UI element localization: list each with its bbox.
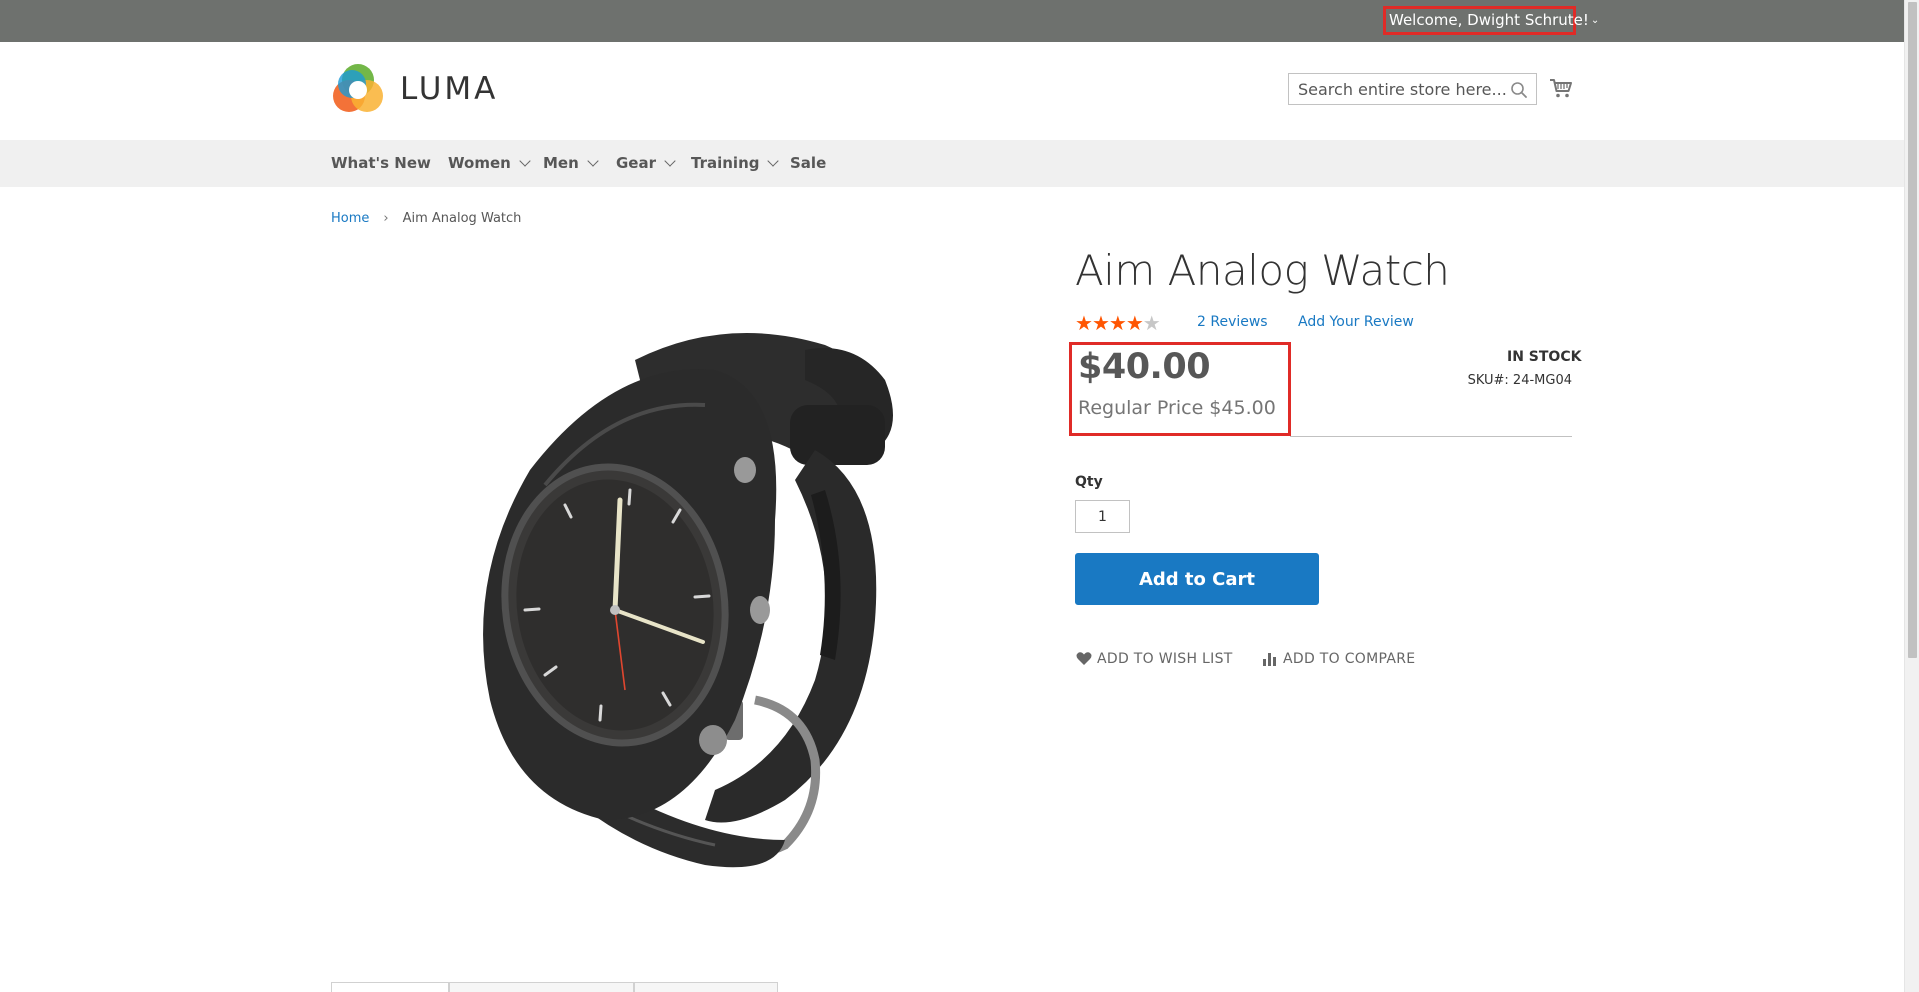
qty-label: Qty bbox=[1075, 474, 1103, 490]
scrollbar-thumb[interactable] bbox=[1908, 2, 1917, 658]
search-input[interactable] bbox=[1289, 74, 1529, 104]
rating-stars: ★★★★★ bbox=[1075, 311, 1161, 335]
final-price: $40.00 bbox=[1078, 347, 1211, 387]
price-box: $40.00 Regular Price $45.00 bbox=[1069, 342, 1291, 436]
chevron-down-icon bbox=[767, 155, 780, 167]
top-panel: Welcome, Dwight Schrute! ⌄ bbox=[0, 0, 1904, 42]
page-scrollbar[interactable] bbox=[1904, 0, 1919, 992]
stock-status: IN STOCK bbox=[1507, 349, 1582, 365]
product-sku: SKU#: 24-MG04 bbox=[1467, 373, 1572, 388]
nav-item-whats-new[interactable]: What's New bbox=[331, 154, 431, 172]
customer-welcome-menu[interactable]: Welcome, Dwight Schrute! ⌄ bbox=[1383, 6, 1599, 35]
nav-item-men[interactable]: Men bbox=[543, 154, 599, 172]
divider bbox=[1290, 436, 1572, 437]
add-review-link[interactable]: Add Your Review bbox=[1298, 314, 1414, 330]
bar-chart-icon bbox=[1263, 653, 1276, 666]
compare-label: Add to Compare bbox=[1283, 651, 1416, 667]
add-to-compare-link[interactable]: Add to Compare bbox=[1262, 651, 1415, 667]
breadcrumb-current: Aim Analog Watch bbox=[402, 211, 522, 226]
breadcrumb: Home › Aim Analog Watch bbox=[331, 211, 521, 226]
wishlist-label: Add to Wish List bbox=[1097, 651, 1233, 667]
star-icon: ★ bbox=[1091, 311, 1110, 335]
tab-details[interactable] bbox=[331, 982, 449, 992]
add-to-wishlist-link[interactable]: Add to Wish List bbox=[1076, 651, 1233, 667]
regular-price: Regular Price $45.00 bbox=[1078, 397, 1276, 419]
logo-text: LUMA bbox=[400, 71, 499, 107]
nav-item-women[interactable]: Women bbox=[448, 154, 531, 172]
luma-logo-icon bbox=[333, 64, 383, 112]
chevron-down-icon: ⌄ bbox=[1590, 15, 1600, 26]
heart-icon bbox=[1076, 652, 1092, 665]
reviews-link[interactable]: 2 Reviews bbox=[1197, 314, 1268, 330]
tab-reviews[interactable] bbox=[634, 982, 778, 992]
main-navigation: What's New Women Men Gear Training Sale bbox=[0, 140, 1904, 187]
chevron-down-icon bbox=[587, 155, 599, 167]
qty-input[interactable] bbox=[1075, 500, 1130, 533]
product-image[interactable] bbox=[455, 320, 915, 870]
add-to-cart-button[interactable]: Add to Cart bbox=[1075, 553, 1319, 605]
nav-item-gear[interactable]: Gear bbox=[616, 154, 676, 172]
nav-item-sale[interactable]: Sale bbox=[790, 154, 826, 172]
chevron-down-icon bbox=[519, 155, 531, 167]
tab-more-information[interactable] bbox=[449, 982, 634, 992]
breadcrumb-separator: › bbox=[383, 211, 389, 226]
star-icon: ★ bbox=[1075, 311, 1093, 335]
star-icon: ★ bbox=[1108, 311, 1127, 335]
chevron-down-icon bbox=[664, 155, 676, 167]
luma-logo[interactable]: LUMA bbox=[331, 62, 501, 116]
product-title: Aim Analog Watch bbox=[1075, 246, 1450, 295]
search-box[interactable] bbox=[1288, 73, 1537, 105]
cart-icon[interactable] bbox=[1549, 76, 1573, 100]
nav-item-training[interactable]: Training bbox=[691, 154, 780, 172]
star-icon: ★ bbox=[1142, 311, 1161, 335]
search-icon[interactable] bbox=[1510, 81, 1528, 99]
breadcrumb-home[interactable]: Home bbox=[331, 211, 369, 226]
star-icon: ★ bbox=[1125, 311, 1144, 335]
welcome-text: Welcome, Dwight Schrute! bbox=[1389, 11, 1589, 29]
